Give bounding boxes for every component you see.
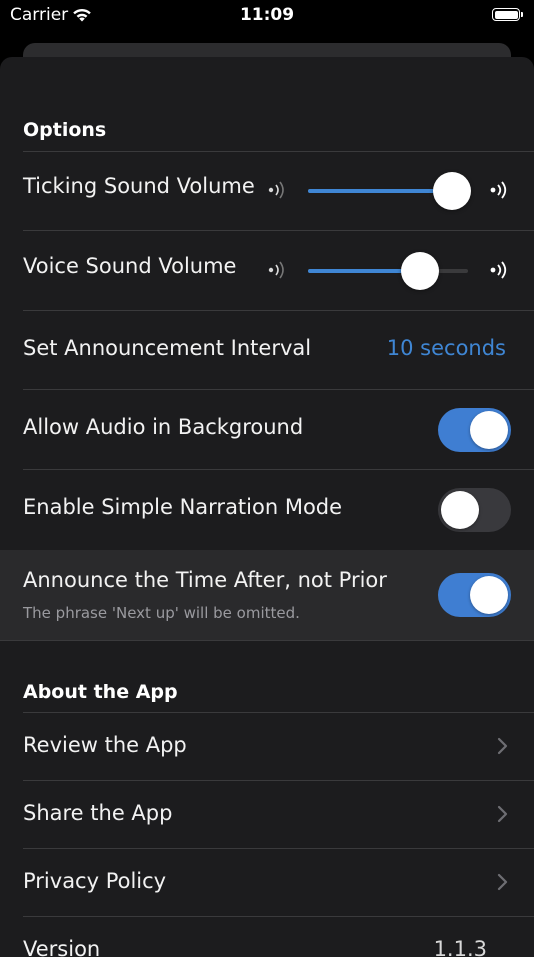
voice-volume-slider[interactable] <box>308 252 468 290</box>
share-app-row[interactable]: Share the App <box>0 781 534 848</box>
options-header: Options <box>23 119 107 141</box>
clock: 11:09 <box>239 5 295 25</box>
announcement-interval-label: Set Announcement Interval <box>23 336 312 360</box>
toggle-knob <box>441 491 479 529</box>
about-header: About the App <box>23 681 178 703</box>
ticking-volume-row: Ticking Sound Volume <box>0 152 534 230</box>
ticking-volume-label: Ticking Sound Volume <box>23 174 255 198</box>
ticking-volume-slider[interactable] <box>308 172 471 210</box>
announcement-interval-value[interactable]: 10 seconds <box>387 336 506 360</box>
privacy-policy-row[interactable]: Privacy Policy <box>0 849 534 916</box>
allow-background-audio-toggle[interactable] <box>438 408 511 452</box>
settings-sheet: Options Ticking Sound Volume Voice Sound… <box>0 57 534 957</box>
voice-volume-thumb[interactable] <box>401 252 439 290</box>
version-value: 1.1.3 <box>433 937 487 957</box>
review-app-row[interactable]: Review the App <box>0 713 534 780</box>
version-label: Version <box>23 937 101 957</box>
chevron-right-icon <box>497 737 508 755</box>
announce-after-row: Announce the Time After, not Prior The p… <box>0 550 534 640</box>
battery-icon <box>492 8 523 21</box>
share-app-label: Share the App <box>23 801 173 825</box>
voice-volume-row: Voice Sound Volume <box>0 231 534 311</box>
version-row: Version 1.1.3 <box>0 917 534 957</box>
announce-after-label: Announce the Time After, not Prior <box>23 568 387 592</box>
chevron-right-icon <box>497 873 508 891</box>
volume-high-icon[interactable] <box>489 259 511 281</box>
volume-high-icon[interactable] <box>489 179 511 201</box>
status-bar: Carrier 11:09 <box>0 0 534 44</box>
review-app-label: Review the App <box>23 733 187 757</box>
voice-volume-label: Voice Sound Volume <box>23 254 237 278</box>
chevron-right-icon <box>497 805 508 823</box>
toggle-knob <box>470 576 508 614</box>
privacy-policy-label: Privacy Policy <box>23 869 167 893</box>
separator <box>0 640 534 641</box>
volume-low-icon[interactable] <box>267 180 287 200</box>
simple-narration-row: Enable Simple Narration Mode <box>0 470 534 549</box>
simple-narration-toggle[interactable] <box>438 488 511 532</box>
allow-background-audio-label: Allow Audio in Background <box>23 415 304 439</box>
announce-after-toggle[interactable] <box>438 573 511 617</box>
toggle-knob <box>470 411 508 449</box>
allow-background-audio-row: Allow Audio in Background <box>0 390 534 470</box>
simple-narration-label: Enable Simple Narration Mode <box>23 495 343 519</box>
announce-after-subtitle: The phrase 'Next up' will be omitted. <box>23 604 300 622</box>
announcement-interval-row[interactable]: Set Announcement Interval 10 seconds <box>0 311 534 390</box>
volume-low-icon[interactable] <box>267 260 287 280</box>
ticking-volume-fill <box>308 189 452 193</box>
ticking-volume-thumb[interactable] <box>433 172 471 210</box>
